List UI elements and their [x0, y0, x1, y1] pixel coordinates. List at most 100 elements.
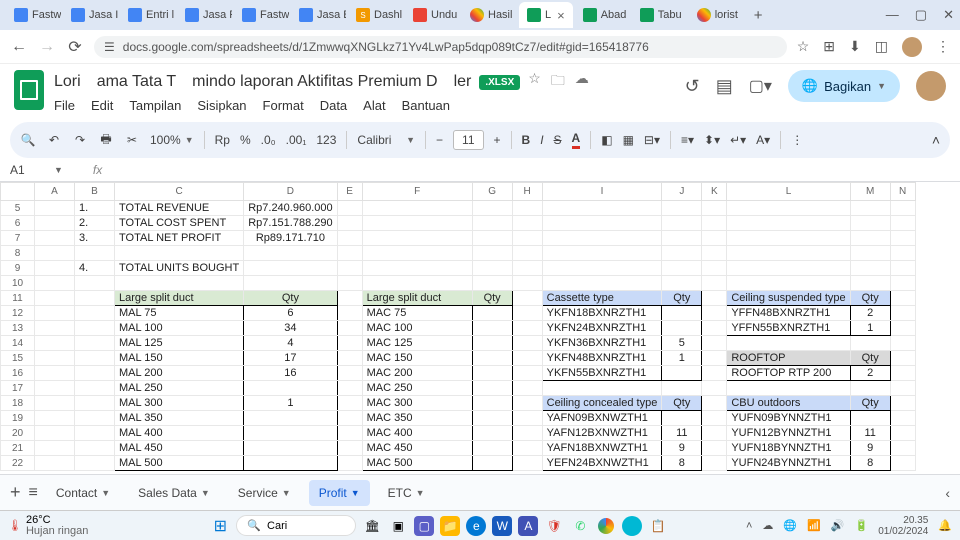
cell[interactable]: [662, 366, 702, 381]
cell[interactable]: [337, 201, 362, 216]
cell[interactable]: Qty: [850, 396, 890, 411]
redo-icon[interactable]: ↷: [72, 133, 88, 147]
taskbar-app[interactable]: A: [518, 516, 538, 536]
cell[interactable]: 2.: [75, 216, 115, 231]
all-sheets-button[interactable]: ≡: [29, 484, 38, 502]
cell[interactable]: [35, 246, 75, 261]
print-icon[interactable]: 🖶: [98, 130, 114, 151]
cell[interactable]: YKFN18BXNRZTH1: [542, 306, 662, 321]
cell[interactable]: [702, 276, 727, 291]
cell[interactable]: 11: [850, 426, 890, 441]
taskbar-app[interactable]: 🏛: [362, 516, 382, 536]
cell[interactable]: TOTAL COST SPENT: [115, 216, 244, 231]
cell[interactable]: YUFN12BYNNZTH1: [727, 426, 850, 441]
taskbar-app[interactable]: ▢: [414, 516, 434, 536]
cell[interactable]: [890, 261, 915, 276]
cell[interactable]: [337, 351, 362, 366]
cell[interactable]: [542, 261, 662, 276]
site-info-icon[interactable]: ☰: [104, 40, 115, 54]
cell[interactable]: MAC 75: [362, 306, 472, 321]
cell[interactable]: [244, 426, 337, 441]
cell[interactable]: [362, 276, 472, 291]
cell[interactable]: [472, 426, 512, 441]
cell[interactable]: [115, 276, 244, 291]
cell[interactable]: [890, 336, 915, 351]
cell[interactable]: [337, 231, 362, 246]
cell[interactable]: [337, 336, 362, 351]
sidepanel-icon[interactable]: ◫: [875, 38, 888, 55]
close-icon[interactable]: ×: [557, 8, 565, 23]
account-avatar[interactable]: [916, 71, 946, 101]
cell[interactable]: [542, 201, 662, 216]
move-icon[interactable]: 🗀: [551, 70, 565, 94]
taskbar-app[interactable]: 📁: [440, 516, 460, 536]
decrease-decimal-button[interactable]: .0₀: [261, 133, 276, 147]
cell[interactable]: Qty: [662, 291, 702, 306]
cell[interactable]: [662, 321, 702, 336]
cell[interactable]: [702, 351, 727, 366]
cell[interactable]: [35, 366, 75, 381]
rotate-button[interactable]: A▾: [756, 133, 770, 147]
cell[interactable]: [472, 216, 512, 231]
browser-tab[interactable]: Abad: [575, 2, 630, 28]
menu-tools[interactable]: Alat: [363, 98, 385, 113]
cell[interactable]: MAL 500: [115, 456, 244, 471]
cell[interactable]: MAL 250: [115, 381, 244, 396]
cell[interactable]: Rp89.171.710: [244, 231, 337, 246]
cell[interactable]: [702, 261, 727, 276]
cell[interactable]: [662, 231, 702, 246]
cell[interactable]: [244, 411, 337, 426]
menu-data[interactable]: Data: [320, 98, 347, 113]
browser-tab[interactable]: lorist: [689, 2, 744, 28]
cell[interactable]: [727, 246, 850, 261]
cell[interactable]: [35, 441, 75, 456]
cloud-icon[interactable]: ☁: [575, 70, 589, 94]
spreadsheet-grid[interactable]: ABCDEFGHIJKLMN51.TOTAL REVENUERp7.240.96…: [0, 182, 960, 482]
cell[interactable]: [337, 396, 362, 411]
cell[interactable]: 34: [244, 321, 337, 336]
profile-avatar[interactable]: [902, 37, 922, 57]
paint-format-icon[interactable]: ✂: [124, 133, 140, 147]
cell[interactable]: [850, 216, 890, 231]
sheets-logo[interactable]: [14, 70, 44, 110]
cell[interactable]: [512, 231, 542, 246]
cell[interactable]: Qty: [662, 396, 702, 411]
cell[interactable]: [702, 201, 727, 216]
share-button[interactable]: 🌐 Bagikan ▼: [788, 70, 900, 102]
browser-tab[interactable]: Jasa P: [177, 2, 232, 28]
cell[interactable]: [890, 306, 915, 321]
cell[interactable]: Large split duct: [115, 291, 244, 306]
browser-tab[interactable]: Fastw: [6, 2, 61, 28]
taskbar-app[interactable]: [596, 516, 616, 536]
cell[interactable]: MAC 350: [362, 411, 472, 426]
cell[interactable]: 8: [662, 456, 702, 471]
cell[interactable]: YKFN48BXNRZTH1: [542, 351, 662, 366]
collapse-toolbar-icon[interactable]: ˄: [932, 132, 940, 148]
tray-onedrive-icon[interactable]: ☁: [762, 519, 773, 532]
cell[interactable]: [727, 261, 850, 276]
cell[interactable]: Qty: [472, 291, 512, 306]
cell[interactable]: [890, 381, 915, 396]
cell[interactable]: [472, 456, 512, 471]
cell[interactable]: 5: [662, 336, 702, 351]
cell[interactable]: [472, 246, 512, 261]
cell[interactable]: [512, 396, 542, 411]
cell[interactable]: [890, 246, 915, 261]
cell[interactable]: [472, 441, 512, 456]
cell[interactable]: [35, 396, 75, 411]
cell[interactable]: [75, 381, 115, 396]
font-select[interactable]: Calibri ▼: [357, 133, 415, 147]
cell[interactable]: 9: [662, 441, 702, 456]
new-tab-button[interactable]: +: [746, 2, 771, 28]
cell[interactable]: [512, 216, 542, 231]
cell[interactable]: Cassette type: [542, 291, 662, 306]
cell[interactable]: [542, 381, 662, 396]
cell[interactable]: [35, 276, 75, 291]
browser-tab-active[interactable]: L×: [519, 2, 573, 28]
cell[interactable]: MAL 300: [115, 396, 244, 411]
close-window-icon[interactable]: ✕: [943, 7, 954, 23]
cell[interactable]: [850, 201, 890, 216]
cell[interactable]: [75, 321, 115, 336]
cell[interactable]: [542, 216, 662, 231]
sheet-tab[interactable]: Service▼: [228, 480, 301, 506]
